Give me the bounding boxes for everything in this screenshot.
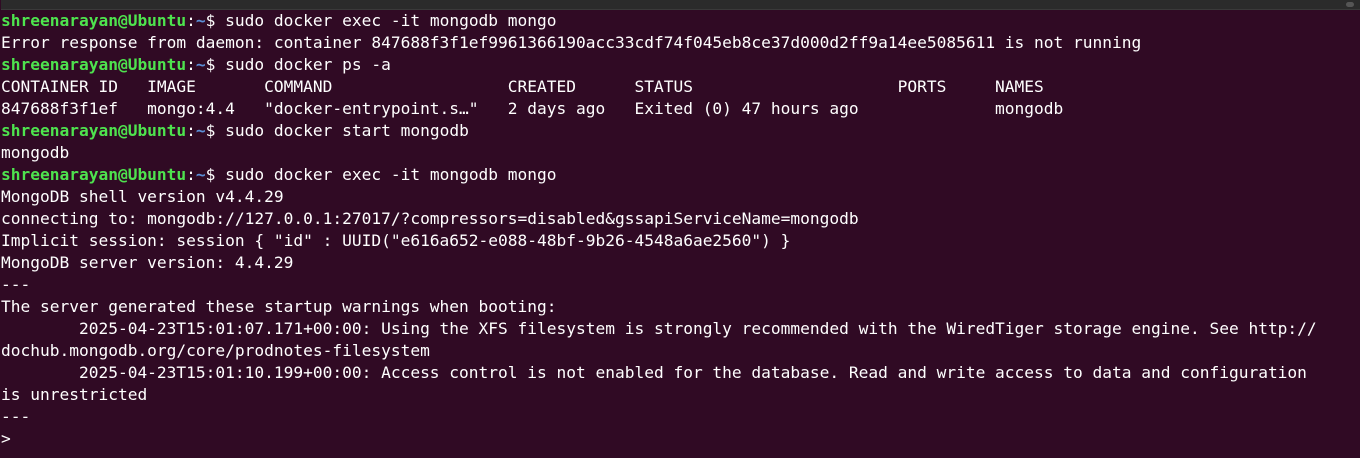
output-line: --- <box>1 406 1360 428</box>
output-text: --- <box>1 407 31 426</box>
output-text: connecting to: mongodb://127.0.0.1:27017… <box>1 209 859 228</box>
prompt-path: ~ <box>195 11 206 30</box>
command-text: sudo docker exec -it mongodb mongo <box>225 11 557 30</box>
prompt-symbol: $ <box>205 165 226 184</box>
command-text: sudo docker exec -it mongodb mongo <box>225 165 557 184</box>
output-text: Implicit session: session { "id" : UUID(… <box>1 231 791 250</box>
output-line: MongoDB server version: 4.4.29 <box>1 252 1360 274</box>
output-line: 2025-04-23T15:01:07.171+00:00: Using the… <box>1 318 1360 340</box>
output-text: 2025-04-23T15:01:10.199+00:00: Access co… <box>1 363 1307 382</box>
output-line: Implicit session: session { "id" : UUID(… <box>1 230 1360 252</box>
output-text: 2025-04-23T15:01:07.171+00:00: Using the… <box>1 319 1317 338</box>
output-line: connecting to: mongodb://127.0.0.1:27017… <box>1 208 1360 230</box>
command-text: sudo docker start mongodb <box>225 121 469 140</box>
prompt-user-host: shreenarayan@Ubuntu <box>1 121 187 140</box>
prompt-symbol: $ <box>205 55 226 74</box>
prompt-user-host: shreenarayan@Ubuntu <box>1 165 187 184</box>
prompt-symbol: $ <box>205 121 226 140</box>
output-text: dochub.mongodb.org/core/prodnotes-filesy… <box>1 341 430 360</box>
output-line: dochub.mongodb.org/core/prodnotes-filesy… <box>1 340 1360 362</box>
output-line: 847688f3f1ef mongo:4.4 "docker-entrypoin… <box>1 98 1360 120</box>
output-line: MongoDB shell version v4.4.29 <box>1 186 1360 208</box>
prompt-separator: : <box>186 165 196 184</box>
output-text: MongoDB shell version v4.4.29 <box>1 187 284 206</box>
output-text: 847688f3f1ef mongo:4.4 "docker-entrypoin… <box>1 99 1064 118</box>
prompt-path: ~ <box>195 55 206 74</box>
output-text: MongoDB server version: 4.4.29 <box>1 253 294 272</box>
prompt-separator: : <box>186 55 196 74</box>
command-line: shreenarayan@Ubuntu:~$ sudo docker exec … <box>1 10 1360 32</box>
mongo-shell-prompt[interactable]: > <box>1 429 21 448</box>
output-text: The server generated these startup warni… <box>1 297 557 316</box>
command-text: sudo docker ps -a <box>225 55 391 74</box>
output-line: 2025-04-23T15:01:10.199+00:00: Access co… <box>1 362 1360 384</box>
output-text: is unrestricted <box>1 385 148 404</box>
scrollbar-thumb[interactable] <box>1346 2 1354 7</box>
output-line: is unrestricted <box>1 384 1360 406</box>
output-line: Error response from daemon: container 84… <box>1 32 1360 54</box>
terminal-output[interactable]: shreenarayan@Ubuntu:~$ sudo docker exec … <box>1 10 1360 450</box>
prompt-path: ~ <box>195 121 206 140</box>
output-text: mongodb <box>1 143 70 162</box>
prompt-symbol: $ <box>205 11 226 30</box>
output-text: Error response from daemon: container 84… <box>1 33 1142 52</box>
output-line: --- <box>1 274 1360 296</box>
output-line: mongodb <box>1 142 1360 164</box>
prompt-user-host: shreenarayan@Ubuntu <box>1 11 187 30</box>
output-line: > <box>1 428 1360 450</box>
command-line: shreenarayan@Ubuntu:~$ sudo docker start… <box>1 120 1360 142</box>
output-text: CONTAINER ID IMAGE COMMAND CREATED STATU… <box>1 77 1044 96</box>
prompt-user-host: shreenarayan@Ubuntu <box>1 55 187 74</box>
command-line: shreenarayan@Ubuntu:~$ sudo docker exec … <box>1 164 1360 186</box>
prompt-path: ~ <box>195 165 206 184</box>
terminal-top-edge <box>1 0 1360 10</box>
prompt-separator: : <box>186 11 196 30</box>
prompt-separator: : <box>186 121 196 140</box>
terminal-window[interactable]: shreenarayan@Ubuntu:~$ sudo docker exec … <box>0 0 1360 458</box>
command-line: shreenarayan@Ubuntu:~$ sudo docker ps -a <box>1 54 1360 76</box>
output-line: CONTAINER ID IMAGE COMMAND CREATED STATU… <box>1 76 1360 98</box>
output-text: --- <box>1 275 31 294</box>
output-line: The server generated these startup warni… <box>1 296 1360 318</box>
